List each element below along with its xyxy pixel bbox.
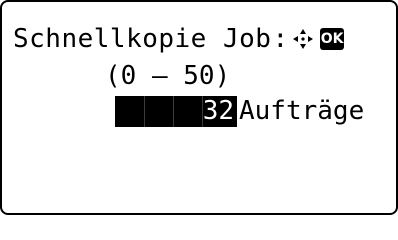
range-hint: (0 – 50) [105,61,231,91]
unit-label: Aufträge [239,96,365,126]
input-row: 32 Aufträge [115,93,364,129]
lcd-panel: Schnellkopie Job : OK (0 – 50) 32 Aufträ… [0,0,398,215]
screen-title: Schnellkopie Job [13,24,272,54]
job-count-value: 32 [202,95,234,126]
four-way-arrow-icon [290,26,316,52]
job-count-field[interactable]: 32 [115,95,237,127]
title-row: Schnellkopie Job : OK [13,21,345,57]
ok-icon: OK [320,28,345,50]
title-colon: : [272,24,289,54]
